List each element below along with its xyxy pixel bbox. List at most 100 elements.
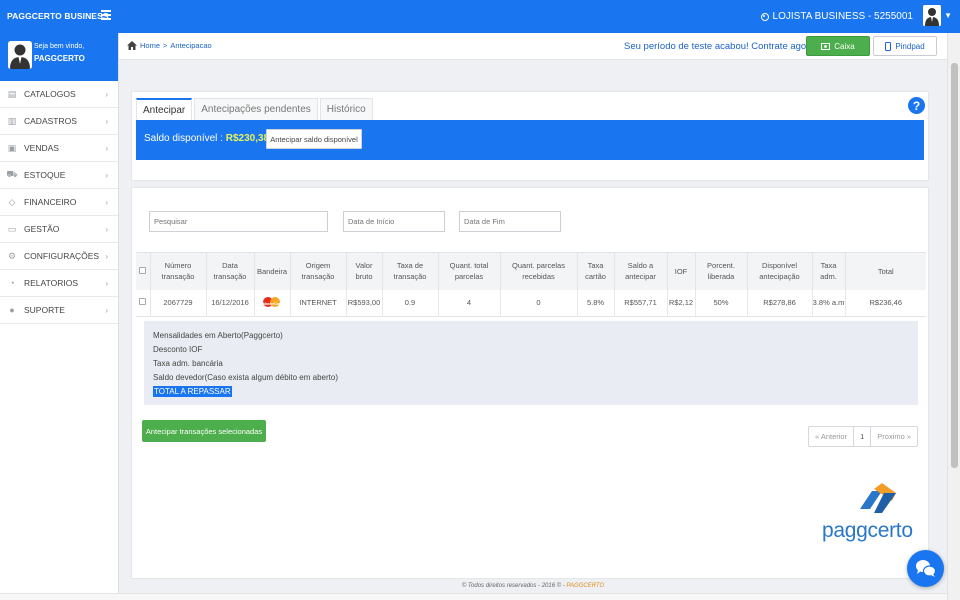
sidebar-item-configuracoes[interactable]: ⚙ CONFIGURAÇÕES ›: [0, 243, 118, 270]
bottom-bar: [0, 593, 960, 600]
brand-name[interactable]: PAGGCERTO BUSINESS: [7, 11, 109, 21]
end-date-input[interactable]: [459, 211, 561, 232]
chat-bubbles-icon: [916, 560, 937, 577]
pagination-prev[interactable]: « Anterior: [809, 427, 855, 446]
footer: © Todos direitos reservados - 2016 © - P…: [119, 579, 947, 593]
saldo-label: Saldo disponível : R$230,38: [144, 133, 269, 144]
sidebar-item-financeiro[interactable]: ◇ FINANCEIRO ›: [0, 189, 118, 216]
mastercard-icon: MasterCard: [262, 295, 282, 308]
barcode-icon: ▥: [7, 115, 17, 126]
search-input[interactable]: [149, 211, 328, 232]
table-row[interactable]: 2067729 16/12/2016 MasterCard INTERNET R…: [136, 289, 926, 317]
sidebar-item-label: VENDAS: [24, 143, 59, 153]
cell-taxa-adm: 3.8% a.m: [812, 289, 846, 317]
store-selector[interactable]: LOJISTA BUSINESS - 5255001: [760, 11, 913, 22]
cell-origem: INTERNET: [290, 289, 347, 317]
column-header: Origem transação: [290, 252, 347, 290]
chat-icon: ●: [9, 305, 15, 315]
select-all-checkbox[interactable]: [139, 266, 147, 274]
chevron-right-icon: ›: [105, 90, 108, 99]
live-chat-button[interactable]: [907, 550, 944, 587]
sidebar-item-gestao[interactable]: ▭ GESTÃO ›: [0, 216, 118, 243]
chevron-right-icon: ›: [105, 225, 108, 234]
sidebar-item-suporte[interactable]: ● SUPORTE ›: [0, 297, 118, 324]
column-header: Taxa adm.: [812, 252, 846, 290]
sidebar-item-catalogos[interactable]: ▤ CATALOGOS ›: [0, 81, 118, 108]
gears-icon: ⚙: [7, 250, 17, 261]
sidebar-item-label: FINANCEIRO: [24, 197, 77, 207]
cell-parcelas-recebidas: 0: [500, 289, 578, 317]
chevron-right-icon: ›: [105, 306, 108, 315]
pagination: « Anterior 1 Proximo »: [808, 426, 919, 447]
sidebar-item-label: SUPORTE: [24, 305, 65, 315]
anticipate-selected-button[interactable]: Antecipar transações selecionadas: [142, 420, 266, 442]
caixa-label: Caixa: [834, 41, 855, 51]
catalog-icon: ▤: [7, 88, 17, 99]
pagination-page[interactable]: 1: [854, 427, 872, 446]
sidebar-item-vendas[interactable]: ▣ VENDAS ›: [0, 135, 118, 162]
welcome-panel: Seja bem vindo, PAGGCERTO: [0, 33, 118, 81]
sidebar-item-estoque[interactable]: ⛟ ESTOQUE ›: [0, 162, 118, 189]
detail-mensalidades: Mensalidades em Aberto(Paggcerto): [153, 331, 283, 340]
cell-saldo: R$557,71: [614, 289, 668, 317]
transactions-panel: Número transação Data transação Bandeira…: [131, 187, 929, 579]
sidebar-item-relatorios[interactable]: ◔ RELATORIOS ›: [0, 270, 118, 297]
cell-porcent: 50%: [695, 289, 748, 317]
cell-disponivel: R$278,86: [747, 289, 813, 317]
paggcerto-logo: paggcerto: [822, 481, 918, 551]
column-header: Número transação: [150, 252, 207, 290]
footer-copyright: © Todos direitos reservados - 2016 © -: [461, 583, 567, 589]
column-header: IOF: [667, 252, 696, 290]
cell-valor: R$593,00: [346, 289, 383, 317]
select-all-cell: [136, 252, 151, 290]
breadcrumb-current: Antecipacao: [170, 41, 212, 50]
sidebar-item-cadastros[interactable]: ▥ CADASTROS ›: [0, 108, 118, 135]
row-select-cell: [136, 289, 151, 317]
column-header: Disponível antecipação: [747, 252, 813, 290]
pinpad-button[interactable]: Pindpad: [873, 36, 937, 56]
cell-total-parcelas: 4: [438, 289, 501, 317]
tab-bar: Antecipar Antecipações pendentes Históri…: [136, 98, 375, 120]
trial-expired-link[interactable]: Seu período de teste acabou! Contrate ag…: [624, 41, 817, 52]
pagination-next[interactable]: Proximo »: [871, 427, 917, 446]
chevron-down-icon[interactable]: ▼: [944, 11, 952, 20]
chevron-right-icon: ›: [105, 171, 108, 180]
chevron-right-icon: ›: [105, 117, 108, 126]
detail-taxa-bancaria: Taxa adm. bancária: [153, 359, 223, 368]
table-header-row: Número transação Data transação Bandeira…: [136, 252, 926, 290]
welcome-text: Seja bem vindo,: [34, 43, 85, 50]
anticipate-balance-button[interactable]: Antecipar saldo disponível: [266, 129, 362, 149]
chevron-right-icon: ›: [105, 279, 108, 288]
column-header: Total: [845, 252, 926, 290]
register-icon: ▣: [7, 142, 17, 153]
cell-data: 16/12/2016: [206, 289, 255, 317]
sidebar-item-label: CONFIGURAÇÕES: [24, 251, 100, 261]
help-icon[interactable]: ?: [908, 97, 925, 114]
column-header: Taxa cartão: [577, 252, 615, 290]
column-header: Taxa de transação: [382, 252, 439, 290]
caixa-button[interactable]: Caixa: [806, 36, 870, 56]
tab-antecipar[interactable]: Antecipar: [136, 98, 193, 120]
hamburger-menu-icon[interactable]: [101, 8, 111, 20]
pinpad-label: Pindpad: [895, 41, 925, 51]
chevron-right-icon: ›: [105, 144, 108, 153]
row-checkbox[interactable]: [139, 297, 147, 305]
column-header: Bandeira: [254, 252, 291, 290]
scrollbar-thumb[interactable]: [951, 63, 958, 468]
user-avatar[interactable]: [923, 5, 941, 26]
transactions-table: Número transação Data transação Bandeira…: [136, 252, 926, 317]
saldo-label-text: Saldo disponível :: [144, 133, 223, 144]
page-scrollbar[interactable]: [947, 33, 960, 600]
footer-brand[interactable]: PAGGCERTO: [566, 583, 604, 589]
breadcrumb-home-link[interactable]: Home: [140, 41, 160, 50]
logo-wordmark: paggcerto: [822, 519, 913, 542]
avatar: [8, 41, 32, 69]
start-date-input[interactable]: [343, 211, 445, 232]
column-header: Quant. parcelas recebidas: [500, 252, 578, 290]
column-header: Valor bruto: [346, 252, 383, 290]
cell-numero: 2067729: [150, 289, 207, 317]
home-icon: [127, 41, 137, 50]
detail-total-repassar: TOTAL A REPASSAR: [153, 386, 232, 397]
tab-antecipacoes-pendentes[interactable]: Antecipações pendentes: [194, 98, 318, 120]
tab-historico[interactable]: Histórico: [319, 98, 373, 120]
